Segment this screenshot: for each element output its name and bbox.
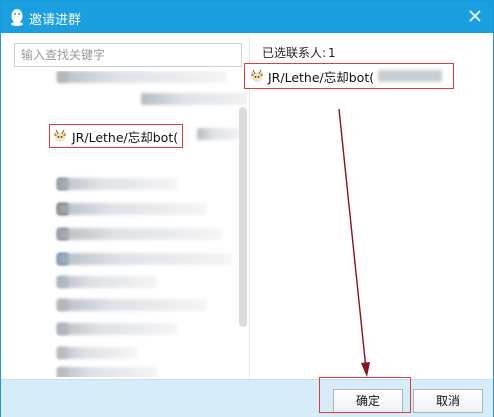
selected-contacts-pane: 已选联系人: 1 JR/Lethe/忘却bot( <box>244 37 493 379</box>
redacted-contact <box>57 178 177 190</box>
search-input[interactable] <box>15 44 241 66</box>
contact-item-selected[interactable]: JR/Lethe/忘却bot( <box>49 124 184 148</box>
dialog-title: 邀请进群 <box>29 13 82 28</box>
redacted-contact <box>57 203 207 215</box>
redacted-contact <box>57 299 207 311</box>
search-box[interactable] <box>14 43 242 67</box>
cancel-button[interactable]: 取消 <box>413 389 483 413</box>
redacted-contact <box>141 93 247 105</box>
redacted-contact <box>57 253 232 265</box>
redacted-contact <box>57 71 227 83</box>
redacted-contact <box>57 367 157 377</box>
redacted-name-suffix <box>378 70 443 82</box>
selected-contact-item[interactable]: JR/Lethe/忘却bot( <box>244 63 454 89</box>
redacted-contact <box>57 323 177 335</box>
redacted-contact <box>57 276 157 288</box>
avatar <box>54 129 66 142</box>
dialog-footer: 确定 取消 <box>1 379 493 417</box>
redacted-contact <box>57 228 222 240</box>
redacted-contact <box>57 347 137 359</box>
contact-list[interactable]: JR/Lethe/忘却bot( <box>9 71 247 377</box>
selected-count-text: 已选联系人: <box>262 46 327 60</box>
selected-count-label: 已选联系人: 1 <box>260 44 336 61</box>
contact-name: JR/Lethe/忘却bot( <box>72 129 179 145</box>
avatar <box>251 69 263 82</box>
invite-to-group-dialog: 邀请进群 JR/Lethe/忘却b <box>0 0 494 417</box>
confirm-highlight-box <box>319 377 411 413</box>
list-scrollbar[interactable] <box>239 107 247 327</box>
redacted-contact <box>197 128 243 140</box>
selected-count-value: 1 <box>328 46 336 60</box>
contact-picker-pane: JR/Lethe/忘却bot( <box>9 37 249 379</box>
selected-contact-name: JR/Lethe/忘却bot( <box>268 69 375 85</box>
close-icon[interactable] <box>467 8 483 24</box>
title-bar: 邀请进群 <box>1 1 493 33</box>
penguin-icon <box>11 9 23 26</box>
